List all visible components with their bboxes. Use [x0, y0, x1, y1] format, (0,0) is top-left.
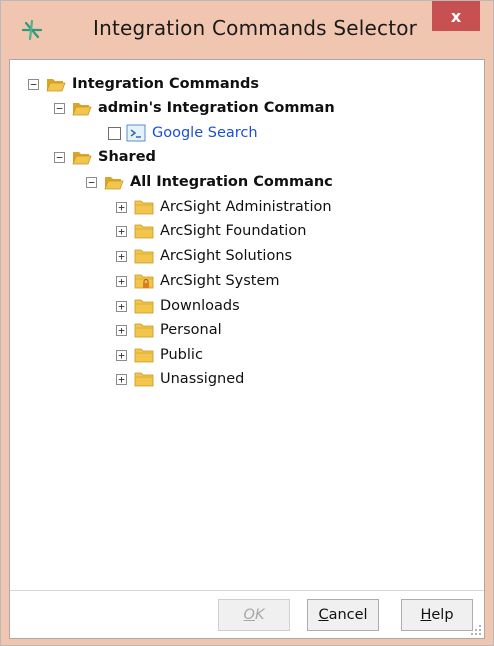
tree-node-label: Public [160, 347, 203, 363]
open-folder-icon [72, 103, 92, 116]
tree-node-google-search[interactable]: Google Search [108, 122, 258, 144]
title-bar[interactable]: Integration Commands Selector x [1, 1, 493, 59]
tree-node-label: Personal [160, 322, 222, 338]
tree-node-arcsight-system[interactable]: + ArcSight System [116, 270, 280, 292]
expand-icon[interactable]: + [116, 349, 127, 361]
cancel-label-rest: ancel [328, 607, 368, 623]
locked-folder-icon [134, 274, 154, 289]
ok-button[interactable]: OK [218, 599, 290, 631]
google-search-checkbox[interactable] [108, 126, 121, 140]
tree-node-shared[interactable]: − Shared [54, 146, 156, 168]
folder-icon [134, 372, 154, 387]
tree-node-unassigned[interactable]: + Unassigned [116, 368, 244, 390]
dialog-client-area: − Integration Commands − admin's Integra… [9, 59, 485, 639]
expand-icon[interactable]: + [116, 324, 127, 336]
tree-node-all-integration-commands[interactable]: − All Integration Commanc [86, 171, 333, 193]
ok-label-rest: K [254, 607, 265, 623]
expand-icon[interactable]: + [116, 373, 127, 385]
help-label-rest: elp [431, 607, 454, 623]
open-folder-icon [46, 79, 66, 92]
help-button[interactable]: Help [401, 599, 473, 631]
help-mnemonic: H [420, 607, 432, 623]
tree-node-arcsight-administration[interactable]: + ArcSight Administration [116, 196, 332, 218]
folder-icon [134, 249, 154, 264]
tree-node-label: ArcSight Foundation [160, 223, 307, 239]
collapse-icon[interactable]: − [86, 176, 97, 188]
expand-icon[interactable]: + [116, 225, 127, 237]
collapse-icon[interactable]: − [54, 151, 65, 163]
folder-icon [134, 323, 154, 338]
tree-node-label: ArcSight Administration [160, 199, 332, 215]
close-button[interactable]: x [432, 1, 480, 31]
commands-tree[interactable]: − Integration Commands − admin's Integra… [10, 60, 484, 590]
tree-node-public[interactable]: + Public [116, 344, 203, 366]
tree-node-personal[interactable]: + Personal [116, 319, 222, 341]
open-folder-icon [104, 177, 124, 190]
tree-node-downloads[interactable]: + Downloads [116, 295, 240, 317]
folder-icon [134, 299, 154, 314]
arcsight-icon [19, 17, 45, 43]
footer-divider [10, 590, 484, 591]
open-folder-icon [72, 152, 92, 165]
expand-icon[interactable]: + [116, 201, 127, 213]
dialog-window: Integration Commands Selector x − Integr… [0, 0, 494, 646]
tree-node-label: Google Search [152, 125, 258, 141]
tree-node-label: Downloads [160, 298, 240, 314]
resize-grip-icon[interactable] [470, 624, 482, 636]
cancel-button[interactable]: Cancel [307, 599, 379, 631]
tree-node-label: Shared [98, 149, 156, 165]
ok-mnemonic: O [243, 607, 255, 623]
tree-node-label: All Integration Commanc [130, 174, 333, 190]
tree-node-label: Integration Commands [72, 76, 259, 92]
cancel-mnemonic: C [318, 607, 329, 623]
close-icon: x [450, 6, 462, 26]
folder-icon [134, 200, 154, 215]
tree-node-admin-commands[interactable]: − admin's Integration Comman [54, 97, 335, 119]
expand-icon[interactable]: + [116, 300, 127, 312]
collapse-icon[interactable]: − [54, 102, 65, 114]
command-prompt-icon [126, 124, 146, 142]
expand-icon[interactable]: + [116, 250, 127, 262]
folder-icon [134, 348, 154, 363]
tree-node-label: ArcSight Solutions [160, 248, 293, 264]
collapse-icon[interactable]: − [28, 78, 39, 90]
tree-node-label: Unassigned [160, 371, 245, 387]
expand-icon[interactable]: + [116, 275, 127, 287]
tree-node-arcsight-solutions[interactable]: + ArcSight Solutions [116, 245, 292, 267]
tree-node-label: admin's Integration Comman [98, 100, 335, 116]
tree-node-integration-commands[interactable]: − Integration Commands [28, 73, 259, 95]
tree-node-arcsight-foundation[interactable]: + ArcSight Foundation [116, 220, 306, 242]
tree-node-label: ArcSight System [160, 273, 280, 289]
folder-icon [134, 224, 154, 239]
window-title: Integration Commands Selector [93, 16, 418, 40]
